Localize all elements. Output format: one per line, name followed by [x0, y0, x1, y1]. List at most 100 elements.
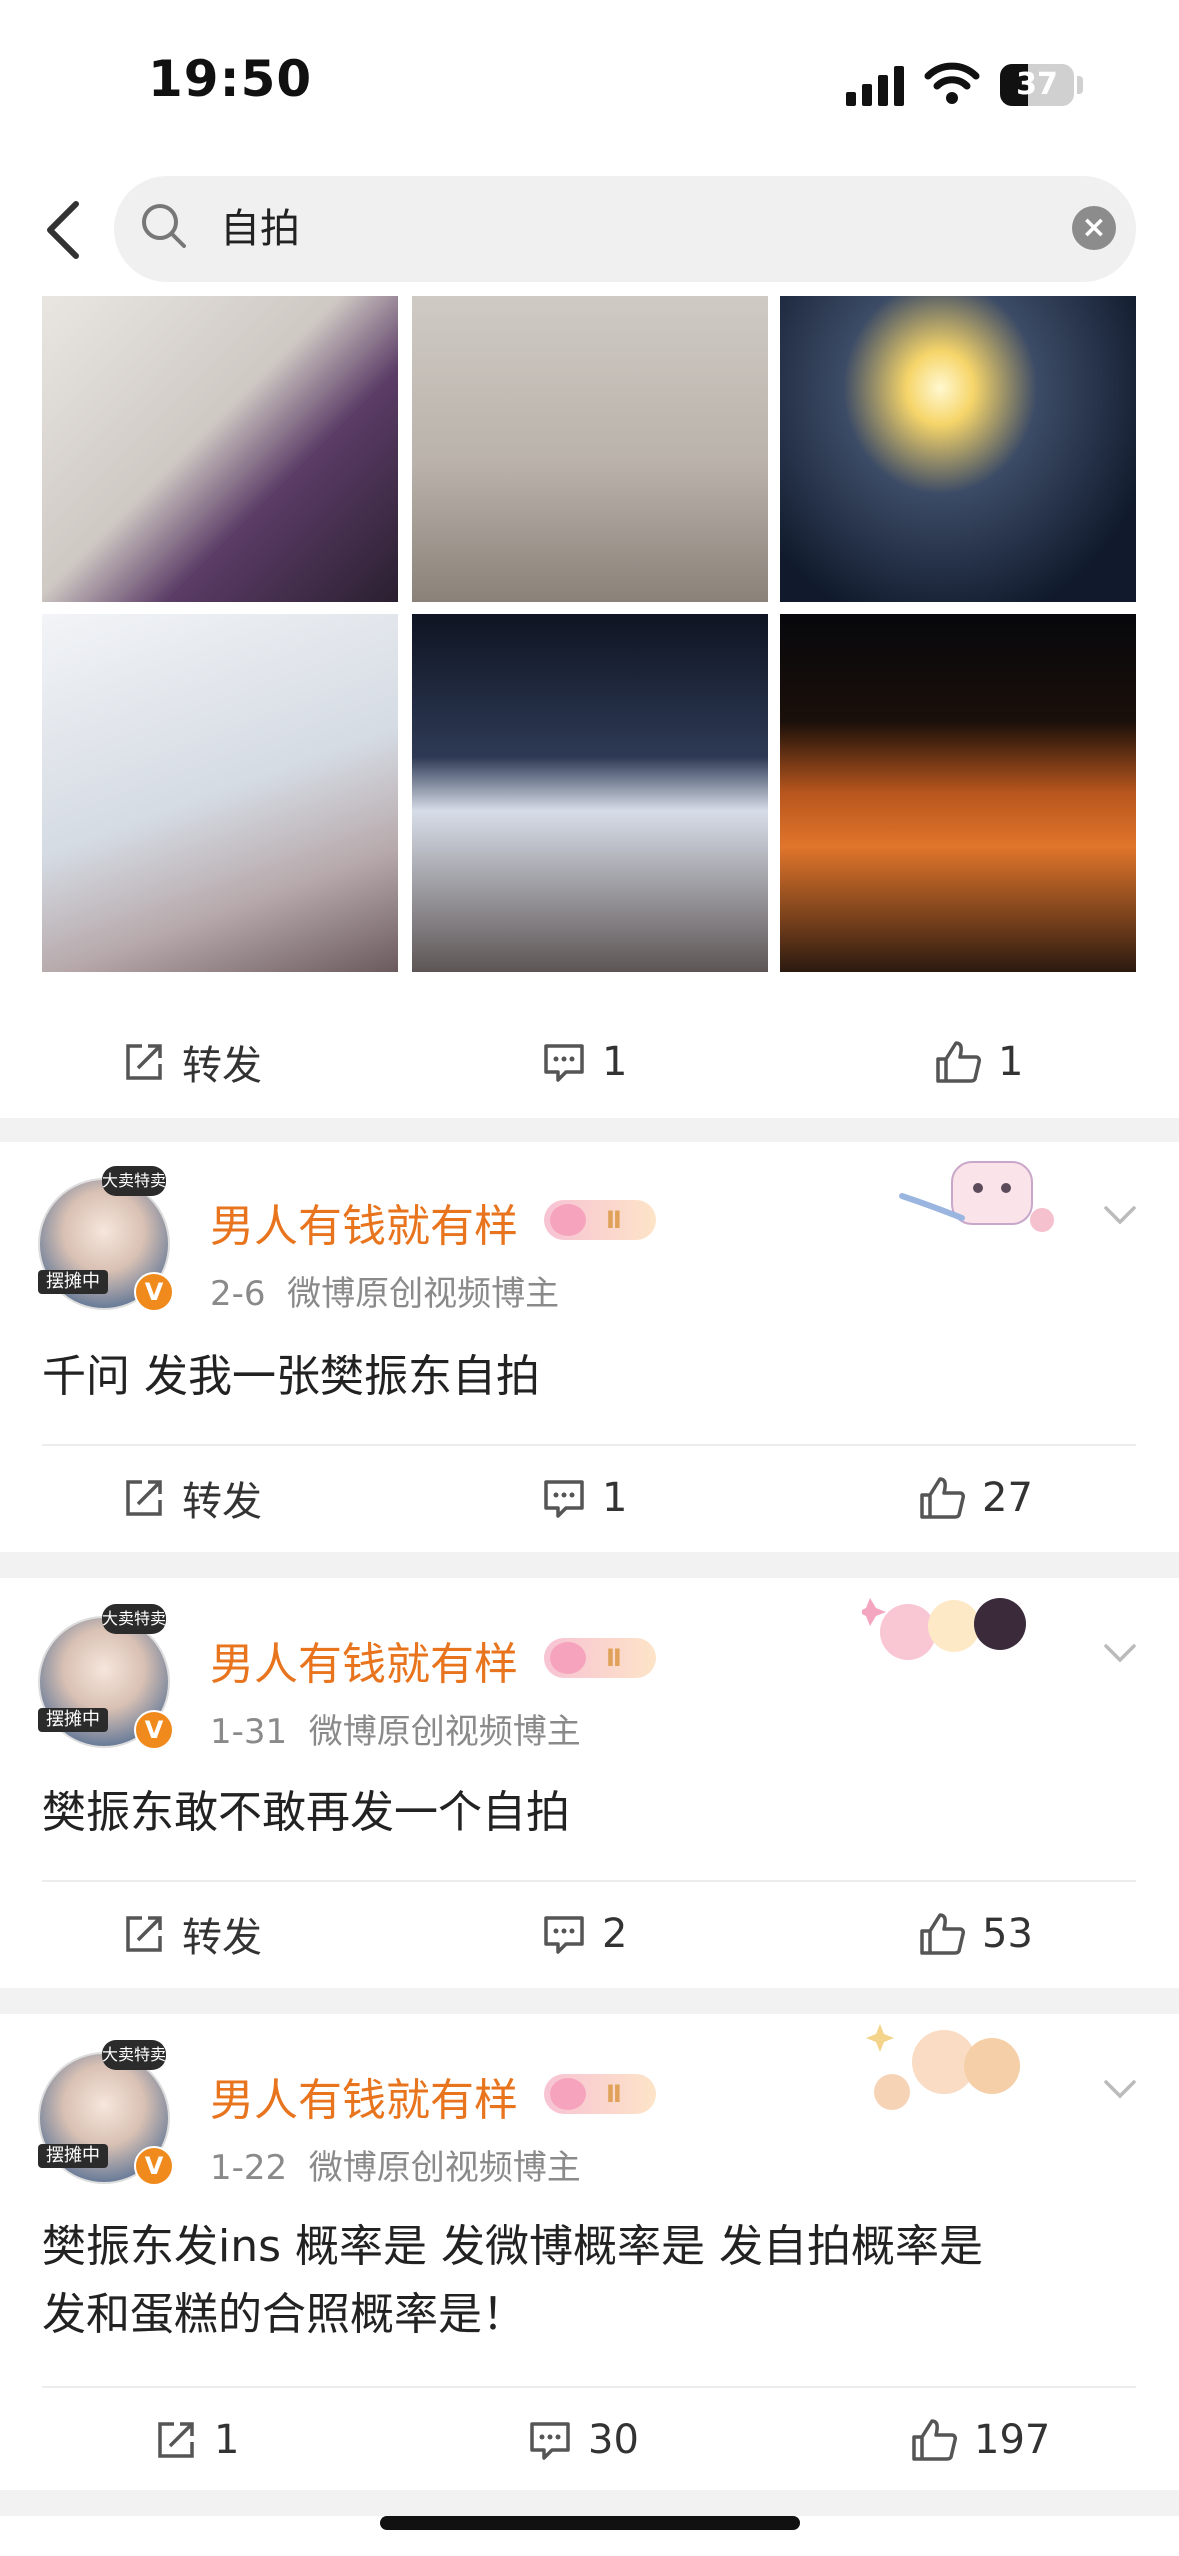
comment-icon — [544, 1044, 584, 1082]
repost-button[interactable]: 1 — [154, 2390, 239, 2490]
photo-thumbnail[interactable] — [42, 614, 398, 972]
like-count: 1 — [998, 1039, 1024, 1085]
photo-thumbnail[interactable] — [780, 296, 1136, 602]
like-button[interactable]: 53 — [918, 1884, 1033, 1984]
repost-button[interactable]: 转发 — [122, 1448, 262, 1548]
comment-button[interactable]: 2 — [542, 1884, 627, 1984]
avatar-top-tag: 大卖特卖 — [102, 2040, 166, 2070]
avatar-top-tag: 大卖特卖 — [102, 1604, 166, 1634]
wifi-icon — [924, 62, 980, 104]
post-actions: 转发 2 53 — [0, 1884, 1179, 1984]
decoration-sticker-icon — [862, 1598, 1026, 1660]
photo-thumbnail[interactable] — [780, 614, 1136, 972]
post-text-line[interactable]: 发和蛋糕的合照概率是！ — [42, 2282, 1142, 2348]
thumbs-up-icon — [936, 1041, 981, 1083]
comment-count: 1 — [602, 1475, 628, 1521]
repost-icon — [126, 1480, 162, 1516]
post-source: 微博原创视频博主 — [287, 1274, 560, 1314]
verified-badge-icon: V — [134, 2146, 174, 2186]
repost-label: 转发 — [182, 1043, 262, 1089]
comment-icon — [544, 1916, 584, 1954]
comment-button[interactable]: 1 — [542, 1012, 627, 1112]
avatar-bottom-tag: 摆摊中 — [38, 1708, 108, 1732]
cellular-signal-icon — [846, 66, 904, 106]
repost-count: 1 — [214, 2417, 240, 2463]
post-source: 微博原创视频博主 — [308, 1712, 581, 1752]
comment-icon — [530, 2422, 570, 2460]
thumbs-up-icon — [920, 1913, 965, 1955]
chevron-down-icon[interactable] — [1100, 2068, 1140, 2108]
post-actions: 转发 1 1 — [0, 1012, 1179, 1112]
username[interactable]: 男人有钱就有样 — [210, 1190, 518, 1254]
decoration-sticker-icon — [866, 2024, 1020, 2110]
battery-cap — [1077, 76, 1083, 94]
post-meta: 1-31 微博原创视频博主 — [210, 1704, 581, 1753]
photo-thumbnail[interactable] — [42, 296, 398, 602]
repost-icon — [126, 1916, 162, 1952]
repost-icon — [158, 2422, 194, 2458]
username[interactable]: 男人有钱就有样 — [210, 2064, 518, 2128]
avatar[interactable]: 大卖特卖 摆摊中 V — [38, 2040, 174, 2186]
post-date: 1-31 — [210, 1712, 288, 1752]
post-actions: 1 30 197 — [0, 2390, 1179, 2490]
repost-icon — [126, 1044, 162, 1080]
close-icon: × — [1081, 210, 1107, 245]
repost-button[interactable]: 转发 — [122, 1012, 262, 1112]
post-actions: 转发 1 27 — [0, 1448, 1179, 1548]
verified-badge-icon: V — [134, 1272, 174, 1312]
photo-thumbnail[interactable] — [412, 296, 768, 602]
post-date: 2-6 — [210, 1274, 266, 1314]
avatar-top-tag: 大卖特卖 — [102, 1166, 166, 1196]
post-meta: 2-6 微博原创视频博主 — [210, 1266, 559, 1315]
avatar[interactable]: 大卖特卖 摆摊中 V — [38, 1166, 174, 1312]
post-date: 1-22 — [210, 2148, 288, 2188]
battery-level: 37 — [1016, 67, 1058, 102]
search-icon — [142, 204, 186, 248]
decoration-sticker-icon — [899, 1161, 1054, 1232]
avatar-bottom-tag: 摆摊中 — [38, 2144, 108, 2168]
repost-label: 转发 — [182, 1479, 262, 1525]
like-button[interactable]: 197 — [910, 2390, 1050, 2490]
divider — [42, 2386, 1136, 2388]
back-arrow-icon[interactable] — [40, 198, 90, 262]
post-text[interactable]: 樊振东敢不敢再发一个自拍 — [42, 1780, 1142, 1846]
post-text-line[interactable]: 樊振东发ins 概率是 发微博概率是 发自拍概率是 — [42, 2214, 1142, 2280]
battery-icon: 37 — [1000, 64, 1074, 106]
like-count: 197 — [974, 2417, 1051, 2463]
divider — [42, 1444, 1136, 1446]
search-query[interactable]: 自拍 — [220, 200, 300, 258]
vip-badge-icon: Ⅱ — [544, 1638, 656, 1678]
vip-level: Ⅱ — [606, 1644, 622, 1672]
home-indicator[interactable] — [380, 2516, 800, 2530]
vip-badge-icon: Ⅱ — [544, 2074, 656, 2114]
comment-count: 1 — [602, 1039, 628, 1085]
post-text[interactable]: 千问 发我一张樊振东自拍 — [42, 1344, 1142, 1410]
post-source: 微博原创视频博主 — [308, 2148, 581, 2188]
thumbs-up-icon — [912, 2419, 957, 2461]
divider — [42, 1880, 1136, 1882]
like-button[interactable]: 27 — [918, 1448, 1033, 1548]
clear-search-button[interactable]: × — [1072, 206, 1116, 250]
username[interactable]: 男人有钱就有样 — [210, 1628, 518, 1692]
comment-button[interactable]: 1 — [542, 1448, 627, 1548]
like-count: 53 — [982, 1911, 1033, 1957]
like-count: 27 — [982, 1475, 1033, 1521]
like-button[interactable]: 1 — [934, 1012, 1023, 1112]
avatar[interactable]: 大卖特卖 摆摊中 V — [38, 1604, 174, 1750]
chevron-down-icon[interactable] — [1100, 1194, 1140, 1234]
thumbs-up-icon — [920, 1477, 965, 1519]
photo-thumbnail[interactable] — [412, 614, 768, 972]
comment-count: 2 — [602, 1911, 628, 1957]
vip-badge-icon: Ⅱ — [544, 1200, 656, 1240]
comment-button[interactable]: 30 — [528, 2390, 639, 2490]
comment-count: 30 — [588, 2417, 639, 2463]
vip-level: Ⅱ — [606, 1206, 622, 1234]
verified-badge-icon: V — [134, 1710, 174, 1750]
repost-button[interactable]: 转发 — [122, 1884, 262, 1984]
vip-level: Ⅱ — [606, 2080, 622, 2108]
repost-label: 转发 — [182, 1915, 262, 1961]
post-meta: 1-22 微博原创视频博主 — [210, 2140, 581, 2189]
chevron-down-icon[interactable] — [1100, 1632, 1140, 1672]
comment-icon — [544, 1480, 584, 1518]
status-time: 19:50 — [148, 50, 313, 108]
